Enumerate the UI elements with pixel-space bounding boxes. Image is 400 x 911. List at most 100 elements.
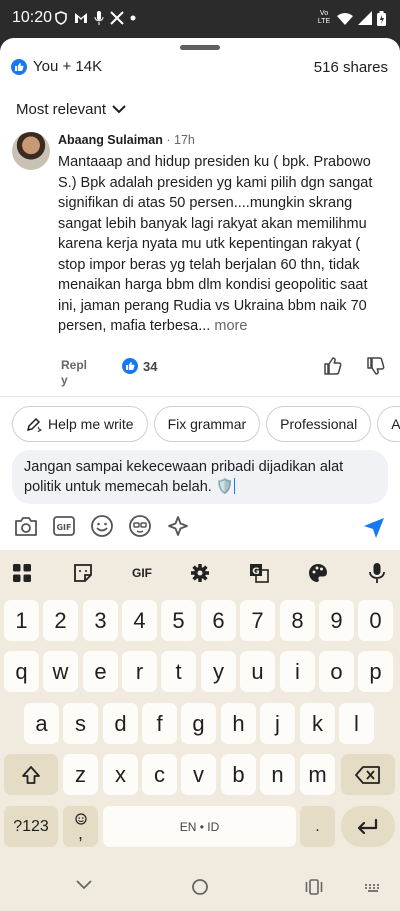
space-bar[interactable]: EN • ID [103,806,296,847]
ai-suggestion-chips: Help me write Fix grammar Professional A [12,406,400,442]
enter-key[interactable] [341,806,395,847]
backspace-key[interactable] [341,754,395,795]
key-b[interactable]: b [221,754,256,795]
comment-input[interactable]: Jangan sampai kekecewaan pribadi dijadik… [12,450,388,504]
enter-arrow-icon [357,818,378,834]
comment-header: Abaang Sulaiman · 17h [58,133,195,147]
key-v[interactable]: v [181,754,216,795]
more-chip[interactable]: A [377,406,400,442]
sort-label: Most relevant [16,101,107,118]
fix-grammar-chip[interactable]: Fix grammar [153,406,261,442]
svg-text:GIF: GIF [56,523,71,532]
palette-icon[interactable] [306,561,330,585]
key-a[interactable]: a [24,703,59,744]
sheet-drag-handle[interactable] [180,45,220,50]
key-i[interactable]: i [280,651,315,692]
like-reaction-icon [11,58,27,75]
key-q[interactable]: q [4,651,39,692]
emoji-icon[interactable] [90,514,114,538]
chip-label: Fix grammar [167,416,247,432]
sticker-icon[interactable] [71,561,95,585]
vpn-shield-icon [55,11,67,25]
status-bar: 10:20 Vo LTE [0,0,400,38]
sticker-sparkle-icon[interactable] [166,514,190,538]
key-7[interactable]: 7 [240,600,275,641]
svg-text:G: G [252,567,259,577]
like-reaction-icon [122,358,138,374]
reply-button[interactable]: Reply [61,358,91,388]
key-n[interactable]: n [260,754,295,795]
comment-like-count[interactable]: 34 [122,358,157,374]
avatar-sticker-icon[interactable] [128,514,152,538]
commenter-avatar[interactable] [12,132,50,170]
composer-toolbar: GIF [14,514,190,538]
upvote-icon[interactable] [323,356,343,376]
key-m[interactable]: m [300,754,335,795]
key-5[interactable]: 5 [161,600,196,641]
key-9[interactable]: 9 [319,600,354,641]
key-2[interactable]: 2 [43,600,78,641]
key-g[interactable]: g [181,703,216,744]
microphone-icon[interactable] [365,561,389,585]
key-3[interactable]: 3 [83,600,118,641]
comment-input-text: Jangan sampai kekecewaan pribadi dijadik… [24,459,344,495]
key-x[interactable]: x [103,754,138,795]
key-s[interactable]: s [63,703,98,744]
key-6[interactable]: 6 [201,600,236,641]
reaction-count: You + 14K [33,58,103,75]
reaction-summary[interactable]: You + 14K [11,58,102,75]
help-me-write-chip[interactable]: Help me write [12,406,148,442]
key-y[interactable]: y [201,651,236,692]
chevron-down-icon [112,105,126,114]
key-4[interactable]: 4 [122,600,157,641]
key-8[interactable]: 8 [280,600,315,641]
key-h[interactable]: h [221,703,256,744]
settings-gear-icon[interactable] [188,561,212,585]
symbols-key[interactable]: ?123 [4,806,58,847]
signal-icon [358,11,372,25]
commenter-name[interactable]: Abaang Sulaiman [58,133,163,147]
key-e[interactable]: e [83,651,118,692]
battery-icon [377,10,386,26]
wifi-icon [337,12,353,25]
key-j[interactable]: j [260,703,295,744]
chip-label: A [391,416,400,432]
recents-icon[interactable] [305,879,323,895]
key-p[interactable]: p [358,651,393,692]
comma-emoji-key[interactable]: , [63,806,98,847]
key-l[interactable]: l [339,703,374,744]
see-more-link[interactable]: more [214,318,247,334]
apps-grid-icon[interactable] [10,561,34,585]
notification-dot-icon [130,15,136,21]
back-chevron-icon[interactable] [75,879,93,891]
shift-key[interactable] [4,754,58,795]
key-c[interactable]: c [142,754,177,795]
share-count[interactable]: 516 shares [314,59,388,76]
key-w[interactable]: w [43,651,78,692]
period-key[interactable]: . [300,806,335,847]
professional-chip[interactable]: Professional [266,406,372,442]
key-d[interactable]: d [103,703,138,744]
key-1[interactable]: 1 [4,600,39,641]
gif-keyboard-button[interactable]: GIF [128,561,156,585]
comment-text: Mantaaap and hidup presiden ku ( bpk. Pr… [58,154,373,334]
sort-dropdown[interactable]: Most relevant [16,101,126,118]
send-icon[interactable] [362,516,386,540]
downvote-icon[interactable] [366,356,386,376]
keyboard-switch-icon[interactable] [364,883,382,893]
key-f[interactable]: f [142,703,177,744]
key-k[interactable]: k [300,703,335,744]
key-r[interactable]: r [122,651,157,692]
gif-icon[interactable]: GIF [52,515,76,537]
key-u[interactable]: u [240,651,275,692]
key-z[interactable]: z [63,754,98,795]
key-o[interactable]: o [319,651,354,692]
shift-arrow-icon [22,765,40,784]
translate-icon[interactable]: G [247,561,271,585]
volte-label: Vo LTE [317,10,331,25]
home-circle-icon[interactable] [191,878,209,896]
camera-icon[interactable] [14,515,38,537]
key-0[interactable]: 0 [358,600,393,641]
key-t[interactable]: t [161,651,196,692]
microphone-icon [94,11,104,25]
